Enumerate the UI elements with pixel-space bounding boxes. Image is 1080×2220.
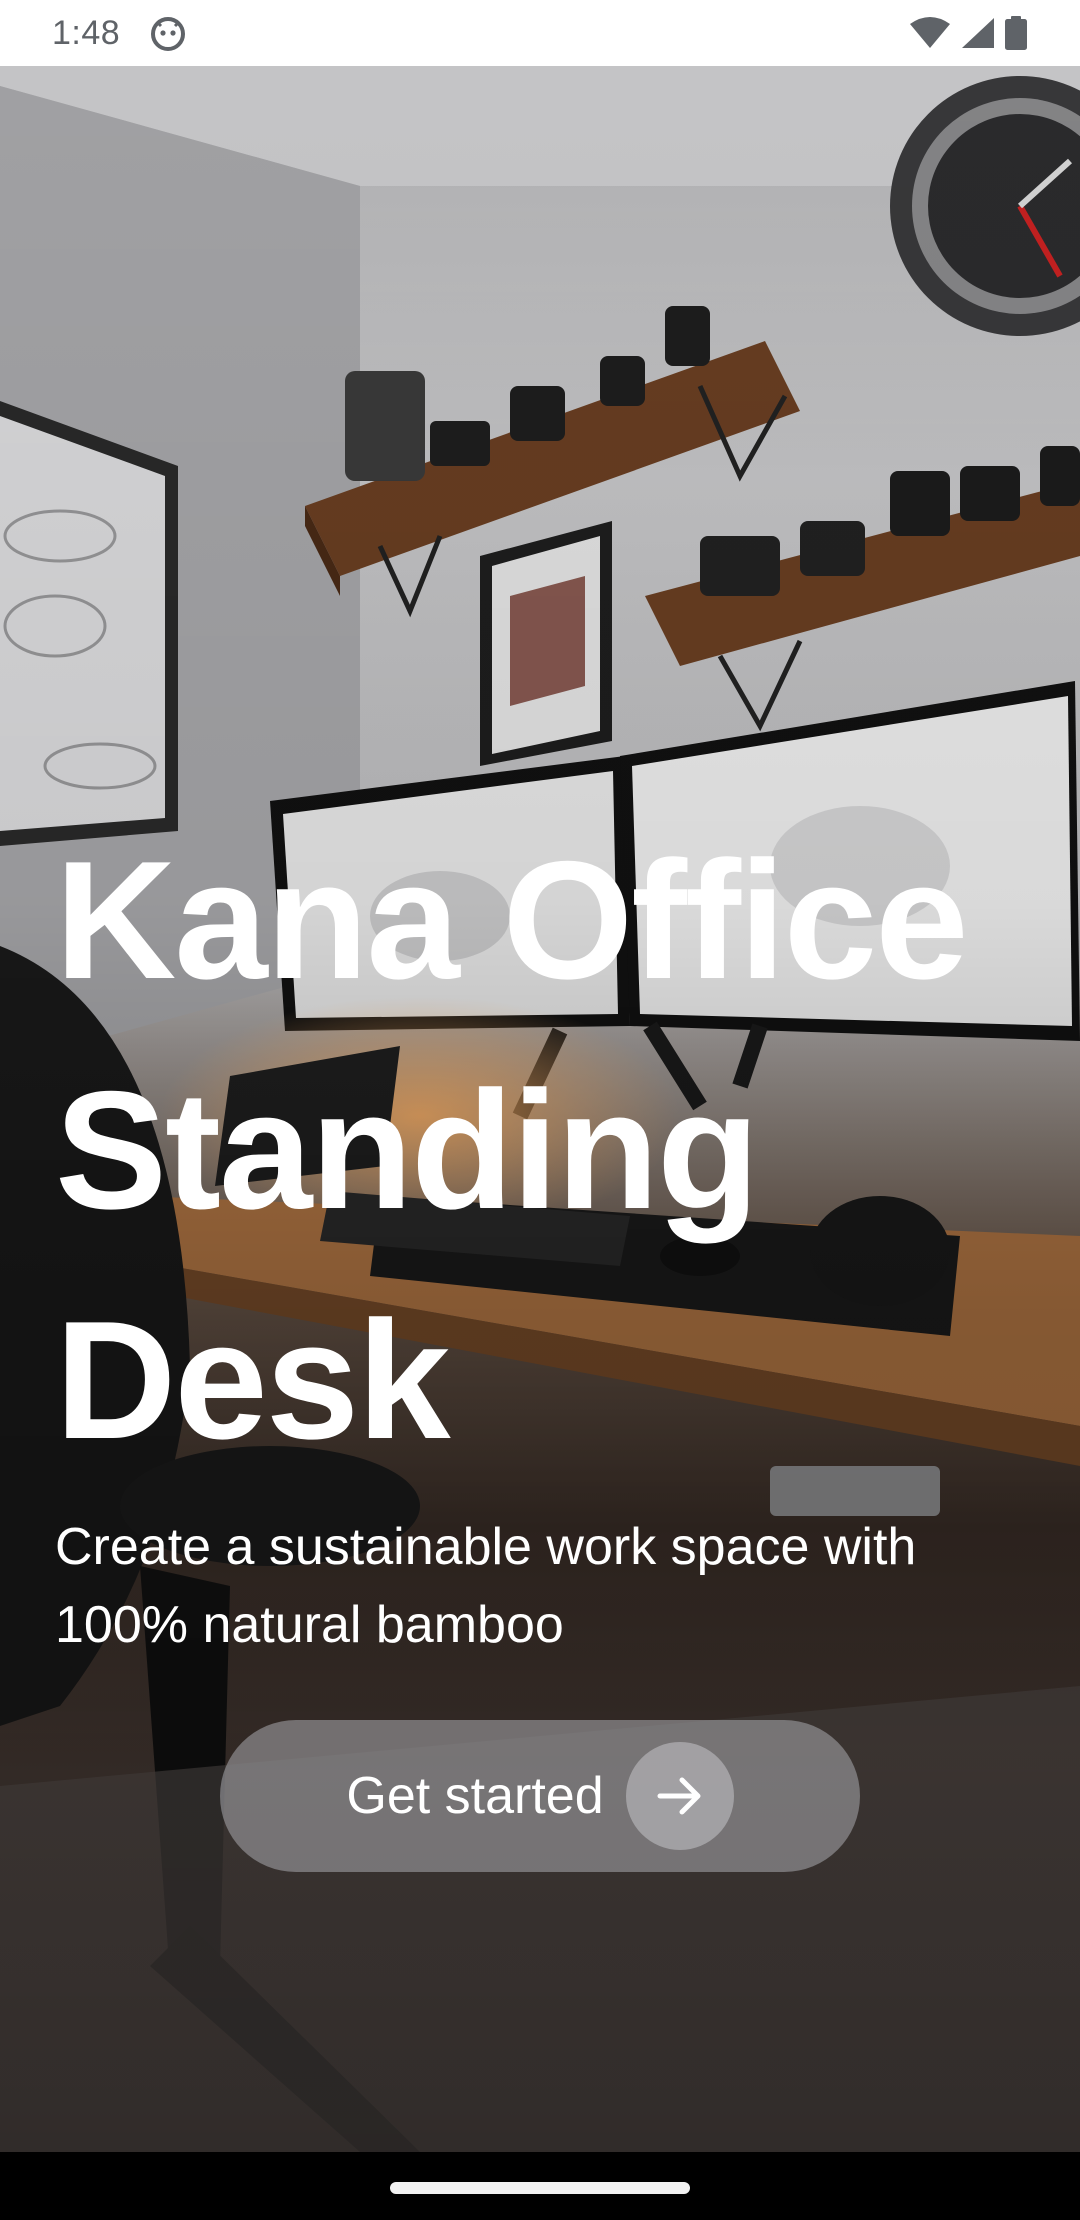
arrow-right-icon [657,1777,701,1815]
screen: 1:48 Kana Office Standing Desk Create a … [0,0,1080,2220]
wifi-icon [910,17,950,48]
arrow-circle [625,1742,734,1850]
get-started-label: Get started [346,1767,604,1825]
cellular-signal-icon [962,18,994,48]
android-robot-face-icon [151,17,186,51]
status-time: 1:48 [52,13,121,52]
home-indicator[interactable] [390,2182,690,2194]
subtitle: Create a sustainable work space with 100… [55,1518,917,1654]
status-bar: 1:48 [0,0,1080,66]
battery-icon [1005,16,1027,50]
headline: Kana Office Standing Desk [55,826,969,1474]
navigation-bar [0,2152,1080,2220]
status-icons [908,15,1028,51]
get-started-button[interactable]: Get started [220,1720,860,1872]
